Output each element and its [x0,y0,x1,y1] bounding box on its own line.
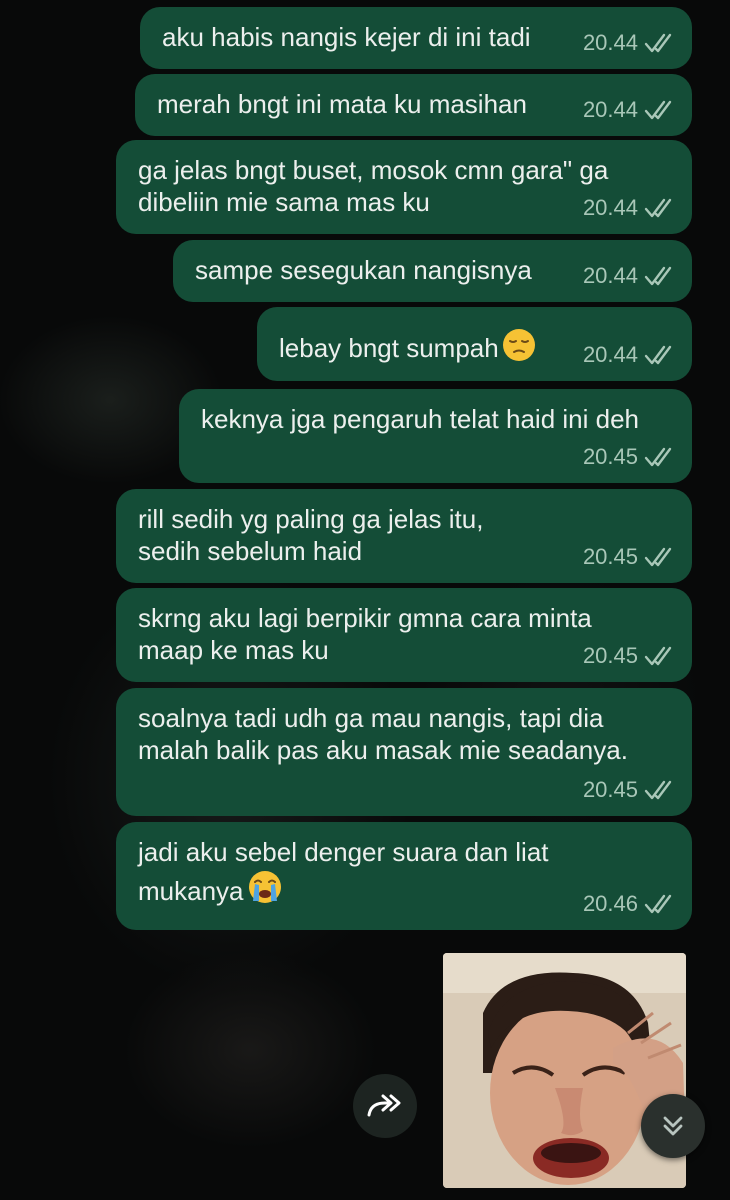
message-time: 20.45 [582,777,638,802]
double-check-icon [644,266,672,286]
message-meta: 20.45 [583,541,678,573]
message-meta: 20.44 [583,27,678,59]
message-meta: 20.44 [583,339,678,371]
message-text: ga jelas bngt buset, mosok cmn gara" ga … [138,155,616,217]
message-text: merah bngt ini mata ku masihan [157,89,527,119]
double-check-icon [644,345,672,365]
message-text: rill sedih yg paling ga jelas itu, sedih… [138,504,491,566]
message-time: 20.45 [582,643,638,668]
message-meta: 20.45 [583,774,678,806]
message-text: jadi aku sebel denger suara dan liat muk… [138,837,556,906]
scroll-to-bottom-button[interactable] [641,1094,705,1158]
double-chevron-down-icon [663,1116,683,1136]
message-text: skrng aku lagi berpikir gmna cara minta … [138,603,599,665]
message-meta: 20.45 [583,441,678,473]
message-time: 20.46 [582,891,638,916]
message-meta: 20.45 [583,640,678,672]
forward-icon [367,1094,401,1117]
double-check-icon [644,894,672,914]
message-bubble[interactable]: merah bngt ini mata ku masihan 20.44 [135,74,692,136]
double-check-icon [644,100,672,120]
loudly-crying-face-emoji [248,871,281,903]
forward-button[interactable] [353,1074,417,1138]
pensive-face-emoji [502,329,535,361]
message-time: 20.44 [582,97,638,122]
message-time: 20.44 [582,30,638,55]
message-text: sampe sesegukan nangisnya [195,255,532,285]
message-meta: 20.46 [583,888,678,920]
message-text: keknya jga pengaruh telat haid ini deh [201,404,639,434]
chat-area[interactable]: aku habis nangis kejer di ini tadi 20.44… [0,0,730,1200]
message-bubble[interactable]: rill sedih yg paling ga jelas itu, sedih… [116,489,692,583]
crying-face-photo [443,953,686,1188]
message-meta: 20.44 [583,260,678,292]
message-time: 20.45 [582,444,638,469]
message-bubble[interactable]: soalnya tadi udh ga mau nangis, tapi dia… [116,688,692,816]
message-text: aku habis nangis kejer di ini tadi [162,22,531,52]
message-bubble[interactable]: lebay bngt sumpah 20.44 [257,307,692,381]
message-text: lebay bngt sumpah [279,333,499,363]
message-meta: 20.44 [583,192,678,224]
image-message[interactable] [443,953,686,1188]
message-time: 20.45 [582,544,638,569]
message-time: 20.44 [582,342,638,367]
double-check-icon [644,646,672,666]
message-meta: 20.44 [583,94,678,126]
message-bubble[interactable]: ga jelas bngt buset, mosok cmn gara" ga … [116,140,692,234]
double-check-icon [644,198,672,218]
double-check-icon [644,447,672,467]
message-text: soalnya tadi udh ga mau nangis, tapi dia… [138,703,628,765]
message-bubble[interactable]: sampe sesegukan nangisnya 20.44 [173,240,692,302]
message-time: 20.44 [582,195,638,220]
double-check-icon [644,780,672,800]
message-bubble[interactable]: keknya jga pengaruh telat haid ini deh 2… [179,389,692,483]
message-bubble[interactable]: skrng aku lagi berpikir gmna cara minta … [116,588,692,682]
message-bubble[interactable]: aku habis nangis kejer di ini tadi 20.44 [140,7,692,69]
double-check-icon [644,33,672,53]
message-time: 20.44 [582,263,638,288]
message-bubble[interactable]: jadi aku sebel denger suara dan liat muk… [116,822,692,930]
double-check-icon [644,547,672,567]
